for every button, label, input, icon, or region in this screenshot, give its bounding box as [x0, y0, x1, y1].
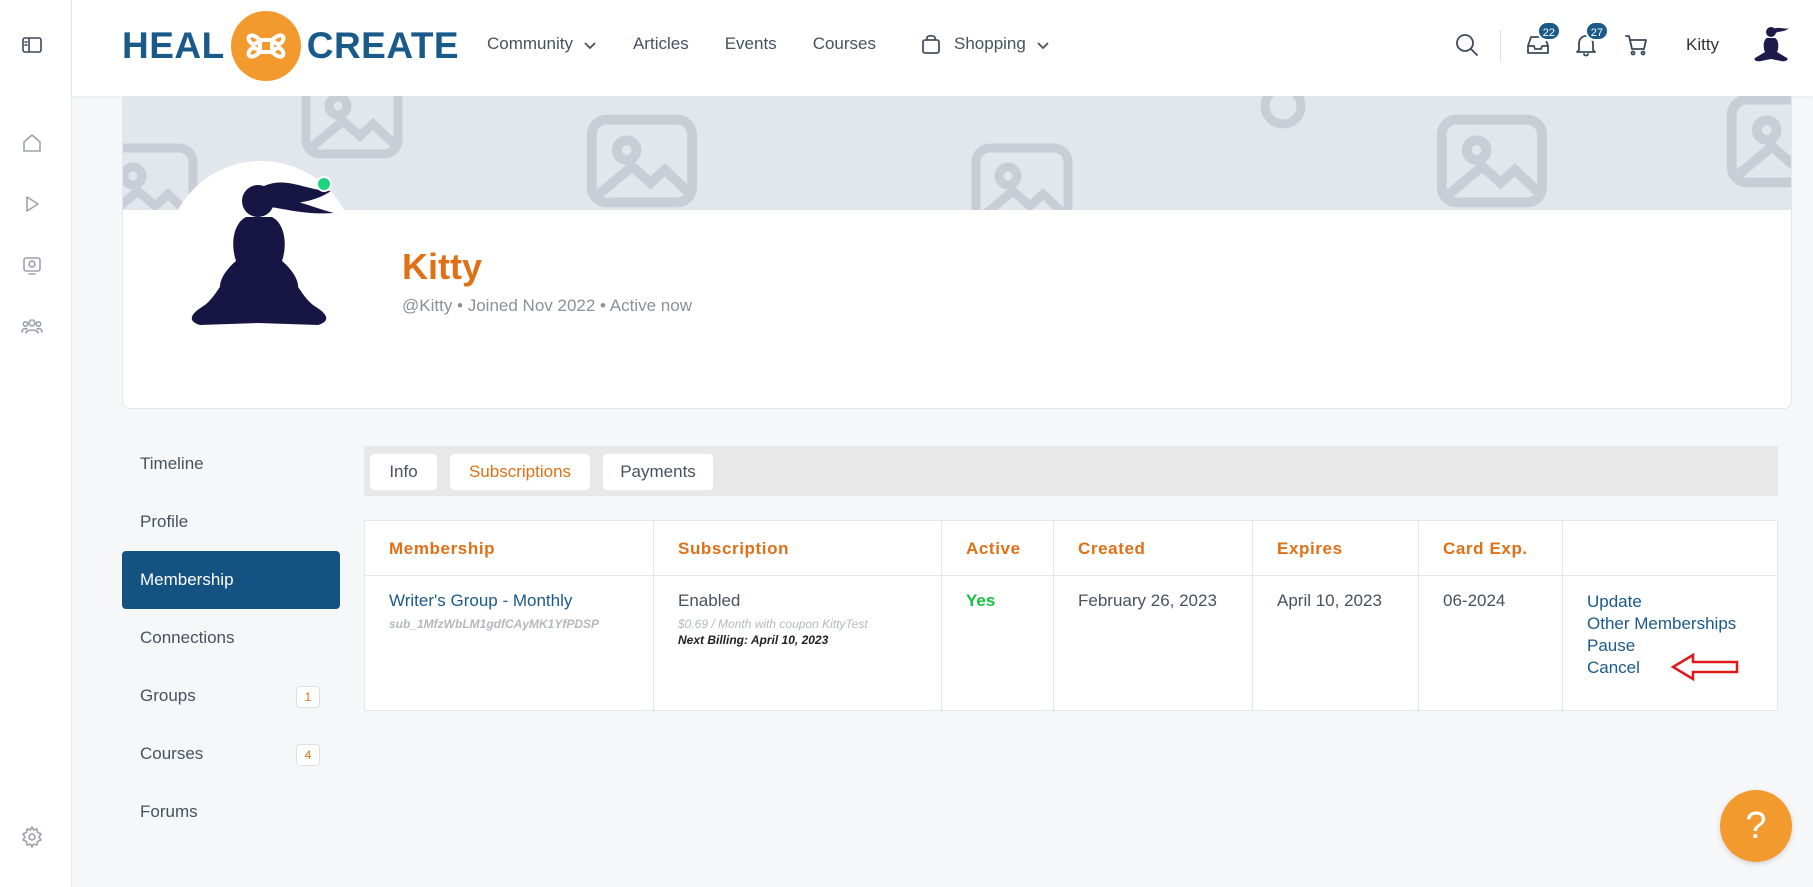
nav-articles[interactable]: Articles — [633, 34, 689, 54]
home-icon[interactable] — [19, 130, 45, 156]
sidebar-item-label: Groups — [140, 686, 196, 705]
other-memberships-link[interactable]: Other Memberships — [1587, 613, 1736, 635]
top-header: HEAL CREATE Community Articles Events Co… — [72, 0, 1813, 96]
header-expires: Expires — [1277, 539, 1343, 558]
subscription-status: Enabled — [678, 591, 741, 610]
update-link[interactable]: Update — [1587, 591, 1736, 613]
sidebar-item-label: Profile — [140, 512, 189, 531]
sidebar-item-label: Courses — [140, 744, 204, 763]
shopping-bag-icon — [920, 33, 942, 55]
membership-tabs: Info Subscriptions Payments — [364, 446, 1778, 496]
search-icon[interactable] — [1454, 32, 1480, 58]
sidebar-item-label: Connections — [140, 628, 235, 647]
image-placeholder-icon — [586, 114, 697, 208]
notifications-badge: 27 — [1584, 21, 1609, 41]
chevron-down-icon — [583, 37, 597, 51]
logo-word-left: HEAL — [122, 25, 225, 66]
membership-id: sub_1MfzWbLM1gdfCAyMK1YfPDSP — [389, 617, 600, 631]
column-subscription: Subscription Enabled $0.69 / Month with … — [654, 521, 942, 710]
header-divider — [1500, 30, 1501, 62]
column-actions: Update Other Memberships Pause Cancel — [1563, 521, 1777, 710]
image-placeholder-icon — [1726, 96, 1791, 188]
membership-name-link[interactable]: Writer's Group - Monthly — [389, 591, 599, 611]
course-icon[interactable] — [19, 253, 45, 279]
user-name[interactable]: Kitty — [1686, 35, 1719, 55]
subscription-cell: Enabled $0.69 / Month with coupon KittyT… — [678, 591, 868, 647]
image-placeholder-icon — [1260, 96, 1306, 129]
tab-info[interactable]: Info — [370, 454, 437, 490]
nav-community-label: Community — [487, 34, 573, 53]
nav-shopping-label: Shopping — [954, 34, 1026, 53]
next-billing: Next Billing: April 10, 2023 — [678, 633, 829, 647]
user-avatar[interactable] — [1749, 22, 1793, 66]
header-actions: 22 27 Kitty — [1413, 0, 1813, 88]
cart-icon[interactable] — [1623, 32, 1649, 58]
image-placeholder-icon — [971, 143, 1073, 210]
online-status-indicator — [316, 176, 332, 192]
logo-word-right: CREATE — [306, 25, 460, 66]
subscription-price: $0.69 / Month with coupon KittyTest — [678, 617, 868, 631]
chevron-down-icon — [1036, 37, 1050, 51]
groups-count-badge: 1 — [296, 686, 320, 708]
profile-name: Kitty — [402, 246, 482, 287]
sidebar-item-label: Membership — [140, 570, 234, 589]
cover-photo — [123, 96, 1791, 210]
courses-count-badge: 4 — [296, 744, 320, 766]
nav-community[interactable]: Community — [487, 34, 597, 54]
inbox-icon[interactable]: 22 — [1525, 21, 1561, 58]
header-card-exp: Card Exp. — [1443, 539, 1528, 558]
logo-mark-icon — [230, 11, 301, 81]
membership-cell: Writer's Group - Monthly sub_1MfzWbLM1gd… — [389, 591, 599, 631]
header-membership: Membership — [389, 539, 496, 558]
sidebar-item-label: Forums — [140, 802, 198, 821]
sidebar-item-groups[interactable]: Groups 1 — [122, 667, 340, 725]
settings-icon[interactable] — [19, 824, 45, 850]
profile-meta: @Kitty • Joined Nov 2022 • Active now — [402, 296, 692, 315]
sidebar-item-forums[interactable]: Forums — [122, 783, 340, 841]
active-value: Yes — [966, 591, 996, 610]
site-logo[interactable]: HEAL CREATE — [122, 10, 459, 82]
profile-nav: Timeline Profile Membership Connections … — [122, 435, 340, 841]
image-placeholder-icon — [1436, 114, 1547, 208]
sidebar-item-connections[interactable]: Connections — [122, 609, 340, 667]
column-active: Active Yes — [942, 521, 1054, 710]
subscriptions-table: Membership Writer's Group - Monthly sub_… — [364, 520, 1778, 711]
tab-subscriptions[interactable]: Subscriptions — [450, 454, 590, 490]
messages-badge: 22 — [1536, 21, 1561, 41]
sidebar-item-courses[interactable]: Courses 4 — [122, 725, 340, 783]
image-placeholder-icon — [301, 96, 403, 159]
nav-courses[interactable]: Courses — [813, 34, 876, 54]
header-subscription: Subscription — [678, 539, 790, 558]
nav-events[interactable]: Events — [725, 34, 777, 54]
column-card-exp: Card Exp. 06-2024 — [1419, 521, 1563, 710]
column-membership: Membership Writer's Group - Monthly sub_… — [365, 521, 654, 710]
sidebar-item-label: Timeline — [140, 454, 204, 473]
left-rail — [0, 0, 72, 887]
sidebar-item-profile[interactable]: Profile — [122, 493, 340, 551]
main-nav: Community Articles Events Courses Shoppi… — [487, 0, 1086, 88]
header-active: Active — [966, 539, 1021, 558]
sidebar-item-membership[interactable]: Membership — [122, 551, 340, 609]
members-icon[interactable] — [19, 313, 45, 339]
header-created: Created — [1078, 539, 1146, 558]
sidebar-item-timeline[interactable]: Timeline — [122, 435, 340, 493]
sidebar-toggle-icon[interactable] — [19, 32, 45, 58]
expires-value: April 10, 2023 — [1277, 591, 1382, 610]
bell-icon[interactable]: 27 — [1573, 21, 1609, 58]
column-created: Created February 26, 2023 — [1054, 521, 1253, 710]
help-button[interactable]: ? — [1720, 790, 1792, 862]
created-value: February 26, 2023 — [1078, 591, 1217, 610]
column-expires: Expires April 10, 2023 — [1253, 521, 1419, 710]
card-exp-value: 06-2024 — [1443, 591, 1506, 610]
play-icon[interactable] — [19, 191, 45, 217]
profile-card: Kitty @Kitty • Joined Nov 2022 • Active … — [122, 96, 1792, 409]
annotation-arrow-icon — [1671, 652, 1739, 682]
tab-payments[interactable]: Payments — [603, 454, 713, 490]
nav-shopping[interactable]: Shopping — [920, 33, 1050, 55]
